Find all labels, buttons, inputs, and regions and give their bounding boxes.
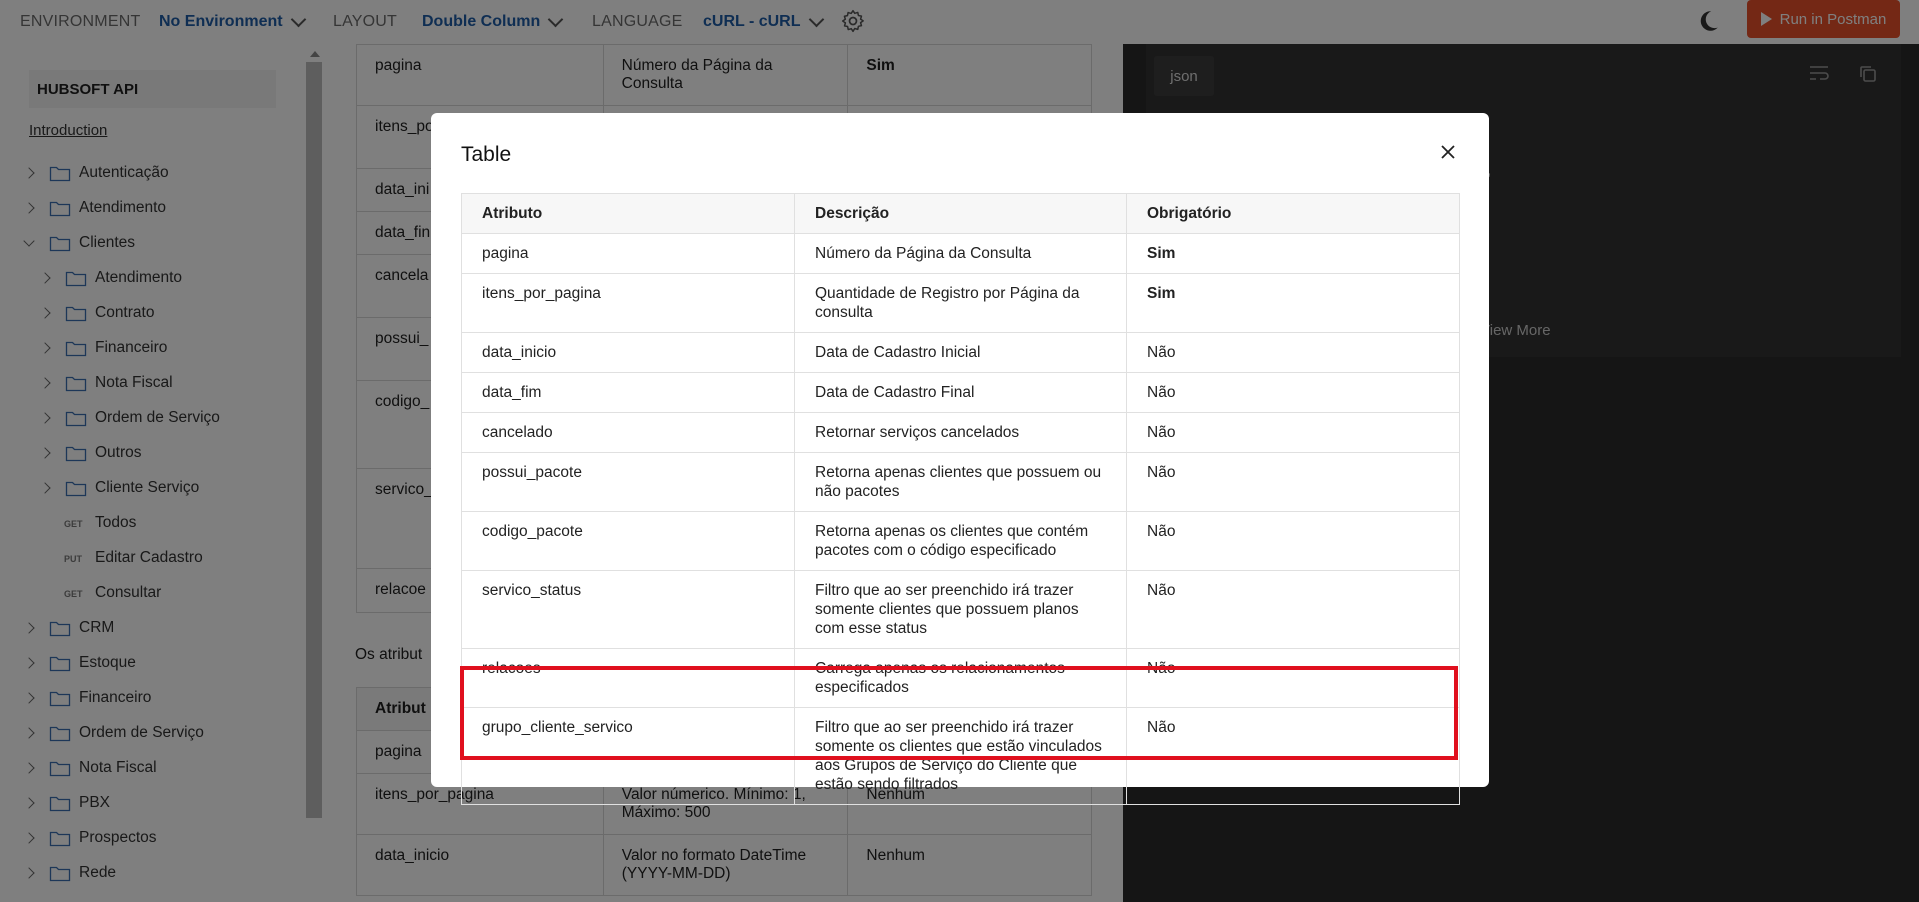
table-row: grupo_cliente_servico Filtro que ao ser p…: [461, 707, 1460, 805]
table-cell: Filtro que ao ser preenchido irá trazer …: [794, 707, 1127, 805]
table-cell: data_inicio: [461, 332, 795, 373]
table-cell: Sim: [1126, 233, 1460, 274]
table-cell: Sim: [1126, 273, 1460, 333]
table-row: data_inicio Data de Cadastro Inicial Não: [461, 332, 1460, 373]
table-row: itens_por_pagina Quantidade de Registro p…: [461, 273, 1460, 333]
table-cell: Não: [1126, 707, 1460, 805]
column-header: Descrição: [794, 193, 1127, 234]
table-cell: grupo_cliente_servico: [461, 707, 795, 805]
table-cell: codigo_pacote: [461, 511, 795, 571]
table-row: cancelado Retornar serviços cancelados Não: [461, 412, 1460, 453]
table-cell: Data de Cadastro Final: [794, 372, 1127, 413]
table-cell: pagina: [461, 233, 795, 274]
table-cell: Retorna apenas os clientes que contém pa…: [794, 511, 1127, 571]
table-cell: Não: [1126, 412, 1460, 453]
table-cell: data_fim: [461, 372, 795, 413]
table-cell: servico_status: [461, 570, 795, 649]
table-cell: Data de Cadastro Inicial: [794, 332, 1127, 373]
table-row: relacoes Carrega apenas os relacionamento…: [461, 648, 1460, 708]
column-header: Atributo: [461, 193, 795, 234]
table-cell: relacoes: [461, 648, 795, 708]
table-row: possui_pacote Retorna apenas clientes que…: [461, 452, 1460, 512]
table-cell: Não: [1126, 452, 1460, 512]
modal-title: Table: [461, 143, 512, 166]
table-cell: Não: [1126, 570, 1460, 649]
table-cell: Não: [1126, 372, 1460, 413]
table-cell: Retornar serviços cancelados: [794, 412, 1127, 453]
close-icon[interactable]: [1438, 142, 1458, 162]
table-row: codigo_pacote Retorna apenas os clientes …: [461, 511, 1460, 571]
table-cell: Não: [1126, 332, 1460, 373]
table-row: servico_status Filtro que ao ser preenchi…: [461, 570, 1460, 649]
table-cell: Não: [1126, 511, 1460, 571]
table-cell: Quantidade de Registro por Página da con…: [794, 273, 1127, 333]
table-cell: itens_por_pagina: [461, 273, 795, 333]
table-cell: possui_pacote: [461, 452, 795, 512]
table-cell: cancelado: [461, 412, 795, 453]
table-cell: Número da Página da Consulta: [794, 233, 1127, 274]
table-row: data_fim Data de Cadastro Final Não: [461, 372, 1460, 413]
table-cell: Retorna apenas clientes que possuem ou n…: [794, 452, 1127, 512]
table-cell: Filtro que ao ser preenchido irá trazer …: [794, 570, 1127, 649]
table-cell: Não: [1126, 648, 1460, 708]
table-cell: Carrega apenas os relacionamentos especi…: [794, 648, 1127, 708]
table-modal: Table Atributo Descrição Obrigatório pagin…: [431, 113, 1489, 805]
column-header: Obrigatório: [1126, 193, 1460, 234]
modal-params-table: Atributo Descrição Obrigatório pagina Númer…: [461, 193, 1460, 805]
table-row: paginaNúmero da Página da ConsultaSim: [461, 233, 1460, 274]
